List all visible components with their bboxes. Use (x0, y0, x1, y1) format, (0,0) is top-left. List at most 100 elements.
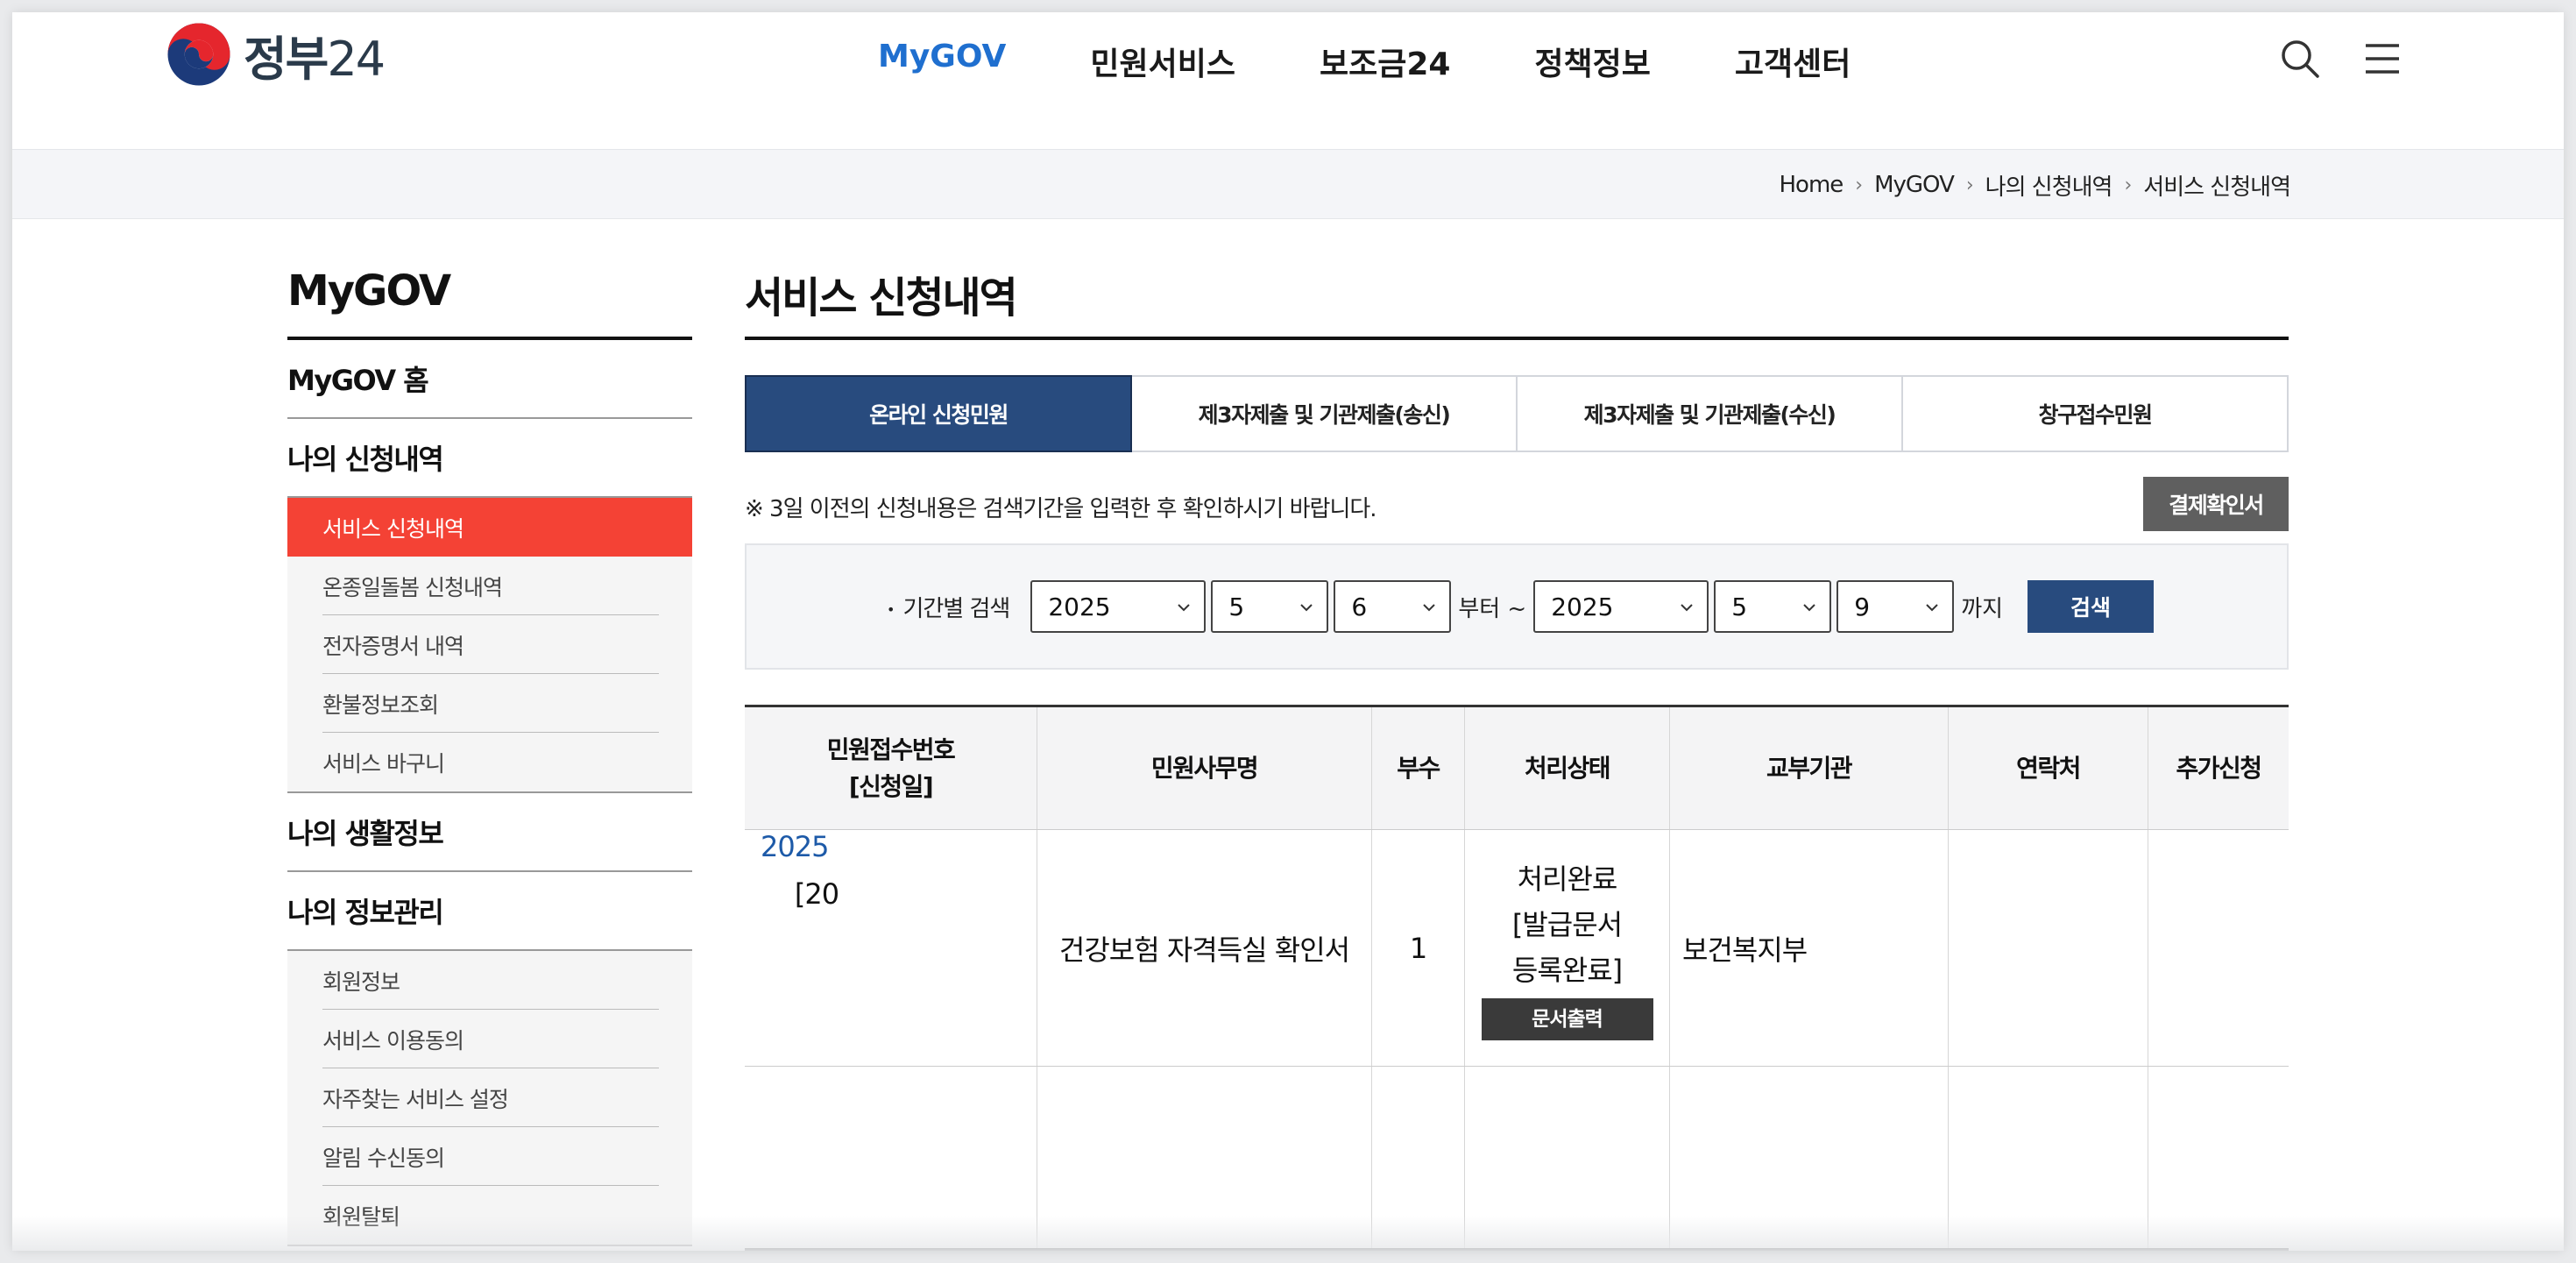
breadcrumb-home[interactable]: Home (1780, 172, 1844, 198)
nav-policy-info[interactable]: 정책정보 (1534, 39, 1650, 84)
status-block: 처리완료 [발급문서 등록완료] 문서출력 (1481, 856, 1653, 1040)
sidebar-submenu-applications: 서비스 신청내역 온종일돌봄 신청내역 전자증명서 내역 환불정보조회 서비스 … (287, 498, 692, 793)
payment-receipt-button[interactable]: 결제확인서 (2143, 477, 2289, 531)
header-status: 처리상태 (1465, 707, 1670, 829)
nav-mygov[interactable]: MyGOV (878, 39, 1006, 84)
status-line2: [발급문서 (1511, 907, 1623, 941)
cell-contact (1949, 830, 2148, 1066)
from-year-select[interactable]: 2025 (1030, 580, 1207, 633)
nav-customer-center[interactable]: 고객센터 (1735, 39, 1851, 84)
main-nav: MyGOV 민원서비스 보조금24 정책정보 고객센터 (878, 39, 1935, 84)
header-tools (2278, 37, 2404, 81)
taegeuk-logo-icon (167, 23, 230, 86)
sidebar-category-life-info[interactable]: 나의 생활정보 (287, 793, 692, 872)
from-day-value: 6 (1351, 592, 1368, 621)
chevron-right-icon: › (1855, 174, 1863, 196)
sidebar-item-childcare-applications[interactable]: 온종일돌봄 신청내역 (287, 557, 659, 615)
chevron-down-icon (1300, 604, 1313, 612)
cell-service-name: 건강보험 자격득실 확인서 (1037, 830, 1372, 1066)
to-year-value: 2025 (1551, 592, 1614, 621)
to-suffix: 까지 (1961, 595, 2004, 622)
tab-counter-applications[interactable]: 창구접수민원 (1903, 375, 2289, 452)
sidebar-item-service-basket[interactable]: 서비스 바구니 (287, 733, 659, 791)
period-search-box: 기간별 검색 2025 5 6 부터 ~ 2025 (745, 543, 2289, 670)
site-header: 정부24 MyGOV 민원서비스 보조금24 정책정보 고객센터 (12, 12, 2564, 149)
search-icon[interactable] (2278, 37, 2322, 81)
cell-copies: 1 (1372, 830, 1465, 1066)
status-line1: 처리완료 (1517, 862, 1618, 896)
logo-word: 정부 (244, 31, 329, 87)
nav-subsidy24[interactable]: 보조금24 (1320, 39, 1450, 84)
search-button[interactable]: 검색 (2028, 580, 2155, 633)
notice-text: ※ 3일 이전의 신청내용은 검색기간을 입력한 후 확인하시기 바랍니다. (745, 496, 1377, 522)
from-month-select[interactable]: 5 (1211, 580, 1329, 633)
tab-online-applications[interactable]: 온라인 신청민원 (745, 375, 1132, 452)
nav-civil-services[interactable]: 민원서비스 (1090, 39, 1235, 84)
cell-extra (2148, 830, 2289, 1066)
sidebar-item-mygov-home[interactable]: MyGOV 홈 (287, 340, 692, 419)
chevron-right-icon: › (2124, 174, 2132, 196)
header-receipt-line2: [신청일] (848, 771, 934, 801)
from-year-value: 2025 (1048, 592, 1111, 621)
page-title: 서비스 신청내역 (745, 219, 2289, 340)
chevron-right-icon: › (1965, 174, 1974, 196)
to-month-select[interactable]: 5 (1714, 580, 1832, 633)
sidebar-title: MyGOV (287, 219, 692, 340)
from-month-value: 5 (1228, 592, 1245, 621)
sidebar-item-service-applications[interactable]: 서비스 신청내역 (287, 498, 692, 557)
chevron-down-icon (1803, 604, 1815, 612)
header-extra: 추가신청 (2176, 753, 2262, 783)
notice-row: ※ 3일 이전의 신청내용은 검색기간을 입력한 후 확인하시기 바랍니다. 결… (745, 477, 2289, 533)
breadcrumb-bar: Home › MyGOV › 나의 신청내역 › 서비스 신청내역 (12, 149, 2564, 219)
bottom-fade (12, 1216, 2564, 1251)
receipt-number-link[interactable]: 2025 (761, 830, 829, 863)
tab-third-party-sent[interactable]: 제3자제출 및 기관제출(송신) (1132, 375, 1518, 452)
print-document-button[interactable]: 문서출력 (1481, 997, 1653, 1040)
application-date: [20 (794, 877, 839, 911)
menu-icon[interactable] (2360, 37, 2404, 81)
status-line3: 등록완료] (1511, 953, 1623, 987)
sidebar-item-favorite-services[interactable]: 자주찾는 서비스 설정 (287, 1068, 659, 1127)
breadcrumb-service-applications[interactable]: 서비스 신청내역 (2143, 169, 2291, 202)
header-service-name: 민원사무명 (1037, 707, 1372, 829)
period-search-form: 기간별 검색 2025 5 6 부터 ~ 2025 (887, 580, 2155, 633)
main-content: 서비스 신청내역 온라인 신청민원 제3자제출 및 기관제출(송신) 제3자제출… (745, 219, 2289, 1251)
to-month-value: 5 (1731, 592, 1748, 621)
sidebar-item-e-certificates[interactable]: 전자증명서 내역 (287, 615, 659, 674)
sidebar-item-member-info[interactable]: 회원정보 (287, 951, 659, 1010)
breadcrumb-my-applications[interactable]: 나의 신청내역 (1985, 169, 2113, 202)
to-year-select[interactable]: 2025 (1533, 580, 1709, 633)
chevron-down-icon (1178, 604, 1191, 612)
header-copies: 부수 (1372, 707, 1465, 829)
logo-number: 24 (327, 31, 386, 87)
sidebar-submenu-info: 회원정보 서비스 이용동의 자주찾는 서비스 설정 알림 수신동의 회원탈퇴 (287, 951, 692, 1246)
breadcrumb-mygov[interactable]: MyGOV (1874, 172, 1955, 198)
header-agency: 교부기관 (1670, 707, 1949, 829)
tab-third-party-received[interactable]: 제3자제출 및 기관제출(수신) (1518, 375, 1903, 452)
header-receipt-line1: 민원접수번호 (826, 734, 956, 764)
chevron-down-icon (1681, 604, 1693, 612)
cell-receipt: 2025 [20 (745, 830, 1037, 1066)
header-contact: 연락처 (1949, 707, 2148, 829)
sidebar-item-service-consent[interactable]: 서비스 이용동의 (287, 1010, 659, 1068)
logo-text: 정부24 (244, 20, 386, 89)
header-receipt-no: 민원접수번호 [신청일] (745, 707, 1037, 829)
site-logo[interactable]: 정부24 (166, 19, 386, 89)
table-header: 민원접수번호 [신청일] 민원사무명 부수 처리상태 교부기관 연락처 추가신청 (745, 707, 2289, 830)
chevron-down-icon (1926, 604, 1938, 612)
sidebar-item-refund-info[interactable]: 환불정보조회 (287, 674, 659, 733)
from-suffix: 부터 ~ (1458, 595, 1527, 622)
applications-table: 민원접수번호 [신청일] 민원사무명 부수 처리상태 교부기관 연락처 추가신청… (745, 705, 2289, 1251)
cell-status: 처리완료 [발급문서 등록완료] 문서출력 (1465, 830, 1670, 1066)
cell-agency: 보건복지부 (1670, 830, 1949, 1066)
sidebar-item-notification-consent[interactable]: 알림 수신동의 (287, 1127, 659, 1186)
breadcrumb: Home › MyGOV › 나의 신청내역 › 서비스 신청내역 (1780, 150, 2291, 220)
table-row: 2025 [20 건강보험 자격득실 확인서 1 처리완료 [발급문서 등록완료… (745, 830, 2289, 1067)
sidebar-category-my-applications[interactable]: 나의 신청내역 (287, 419, 692, 498)
sidebar-category-info-management[interactable]: 나의 정보관리 (287, 872, 692, 951)
from-day-select[interactable]: 6 (1334, 580, 1452, 633)
to-day-value: 9 (1854, 592, 1871, 621)
chevron-down-icon (1423, 604, 1436, 612)
browser-page: 정부24 MyGOV 민원서비스 보조금24 정책정보 고객센터 Home › (12, 12, 2564, 1251)
to-day-select[interactable]: 9 (1836, 580, 1955, 633)
